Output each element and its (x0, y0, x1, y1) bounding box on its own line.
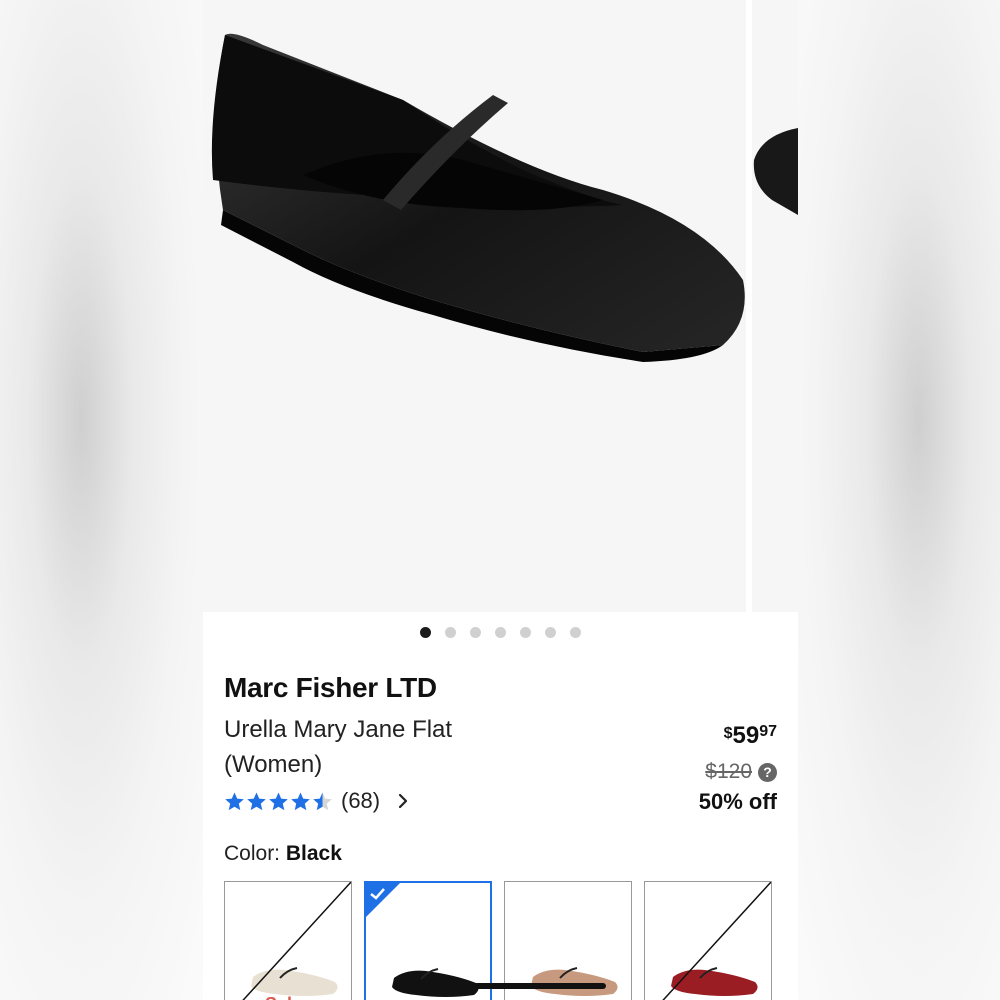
brand-name[interactable]: Marc Fisher LTD (224, 672, 437, 704)
gallery-dot[interactable] (520, 627, 531, 638)
gallery-pagination[interactable] (203, 627, 798, 638)
gallery-dot[interactable] (420, 627, 431, 638)
product-page: Marc Fisher LTD Urella Mary Jane Flat (W… (203, 0, 798, 1000)
gallery-dot[interactable] (470, 627, 481, 638)
currency-symbol: $ (723, 725, 733, 742)
star-full-icon (291, 792, 310, 810)
selected-color-name: Black (285, 842, 342, 865)
product-name-line1: Urella Mary Jane Flat (224, 716, 453, 743)
original-price: $120 (705, 760, 752, 783)
checkmark-icon (370, 888, 385, 900)
gallery-dot[interactable] (445, 627, 456, 638)
home-indicator[interactable] (396, 983, 606, 989)
review-count: (68) (341, 788, 381, 813)
gallery-dot[interactable] (545, 627, 556, 638)
product-image-gallery[interactable] (203, 0, 798, 612)
unavailable-strike-icon (242, 882, 351, 1000)
price-cents: 97 (759, 723, 777, 740)
color-label-row: Color: Black (224, 842, 342, 866)
unavailable-strike-icon (662, 882, 771, 1000)
next-product-image-peek[interactable] (752, 0, 798, 612)
product-name: Urella Mary Jane Flat (Women) (224, 712, 524, 782)
product-name-line2: (Women) (224, 751, 323, 778)
star-half-icon (313, 792, 332, 810)
star-full-icon (269, 792, 288, 810)
blurred-background-right (797, 0, 1000, 1000)
price-help-icon[interactable]: ? (758, 762, 777, 782)
price-whole: 59 (732, 722, 760, 749)
star-rating (224, 791, 333, 812)
product-image-black-flat (211, 33, 745, 362)
rating-link[interactable]: (68) (224, 788, 410, 814)
original-price-row: $120 ? (705, 760, 777, 784)
current-price: $5997 (724, 722, 777, 750)
chevron-right-icon (399, 793, 408, 809)
sale-tag: Sale (265, 994, 302, 1000)
gallery-dot[interactable] (495, 627, 506, 638)
star-full-icon (247, 792, 266, 810)
blurred-background-left (0, 0, 203, 1000)
color-label: Color: (224, 842, 281, 865)
star-full-icon (225, 792, 244, 810)
discount-label: 50% off (698, 789, 777, 814)
color-swatch-cream[interactable]: Sale (224, 881, 352, 1000)
color-swatch-red[interactable] (644, 881, 772, 1000)
gallery-dot[interactable] (570, 627, 581, 638)
